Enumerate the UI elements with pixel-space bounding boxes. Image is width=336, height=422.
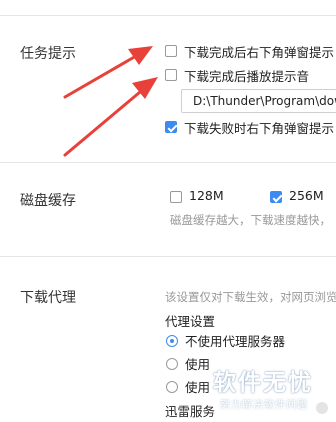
- label-cache-128m[interactable]: 128M: [189, 188, 224, 203]
- checkbox-popup-on-complete[interactable]: [165, 45, 177, 57]
- radio-proxy-option-3[interactable]: [166, 381, 178, 393]
- section-divider-1: [0, 162, 336, 163]
- top-divider: [0, 15, 336, 16]
- arrow-to-popup-option: [63, 46, 153, 99]
- site-watermark: 软件无忧 努力解决软件问题: [210, 360, 336, 422]
- label-cache-256m[interactable]: 256M: [289, 188, 324, 203]
- label-no-proxy[interactable]: 不使用代理服务器: [185, 331, 285, 350]
- arrow-to-sound-option: [63, 77, 158, 157]
- cache-hint-text: 磁盘缓存越大，下载速度越快，: [170, 213, 331, 227]
- label-popup-on-fail[interactable]: 下载失败时右下角弹窗提示: [184, 118, 334, 137]
- label-sound-on-complete[interactable]: 下载完成后播放提示音: [184, 66, 309, 85]
- checkbox-sound-on-complete[interactable]: [165, 69, 177, 81]
- section-title-download-proxy: 下载代理: [20, 290, 76, 306]
- section-divider-2: [0, 256, 336, 257]
- proxy-settings-subtitle: 代理设置: [165, 314, 216, 329]
- checkbox-cache-256m[interactable]: [270, 191, 282, 203]
- label-popup-on-complete[interactable]: 下载完成后右下角弹窗提示: [184, 42, 334, 61]
- watermark-main-text: 软件无忧: [213, 370, 313, 396]
- section-title-task-notify: 任务提示: [20, 46, 76, 62]
- section-title-disk-cache: 磁盘缓存: [20, 193, 76, 209]
- label-proxy-option-2[interactable]: 使用: [185, 354, 210, 373]
- checkbox-cache-128m[interactable]: [170, 191, 182, 203]
- sound-file-path-input[interactable]: D:\Thunder\Program\dow: [181, 89, 336, 113]
- thunder-service-label: 迅雷服务: [165, 404, 216, 419]
- proxy-hint-text: 该设置仅对下载生效，对网页浏览: [165, 290, 336, 304]
- radio-proxy-option-2[interactable]: [166, 358, 178, 370]
- watermark-sub-text: 努力解决软件问题: [220, 400, 308, 411]
- label-proxy-option-3[interactable]: 使用: [185, 377, 210, 396]
- checkbox-popup-on-fail[interactable]: [165, 121, 177, 133]
- radio-no-proxy[interactable]: [166, 335, 178, 347]
